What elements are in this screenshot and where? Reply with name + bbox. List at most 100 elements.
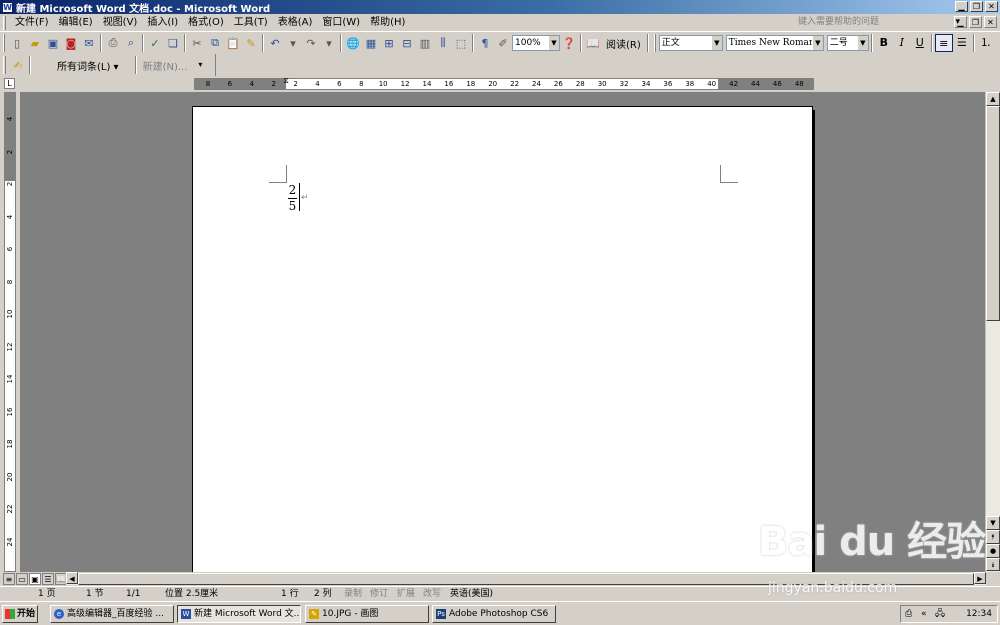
taskbar-item-photoshop[interactable]: Ps Adobe Photoshop CS6	[432, 605, 556, 623]
document-map-icon[interactable]: ⬚	[452, 34, 470, 52]
chevron-down-icon[interactable]: ▼	[856, 36, 868, 50]
horizontal-ruler[interactable]: 8 6 4 2 2 4 6 8 10 12 14 16 18 20 22 24 26 28 30 32 34 36 38 40…	[194, 77, 814, 91]
insert-table-icon[interactable]: ⊞	[380, 34, 398, 52]
style-select[interactable]: 正文 ▼	[658, 35, 723, 51]
show-hide-icon[interactable]: ¶	[476, 34, 494, 52]
new-document-icon[interactable]: ▯	[8, 34, 26, 52]
undo-dropdown-icon[interactable]: ▾	[284, 34, 302, 52]
scroll-up-icon[interactable]: ▲	[986, 92, 1000, 106]
tray-expand-icon[interactable]: «	[921, 606, 927, 622]
toolbar-grip[interactable]	[3, 56, 6, 74]
bold-icon[interactable]: B	[875, 34, 893, 52]
menu-view[interactable]: 视图(V)	[98, 15, 143, 31]
cut-icon[interactable]: ✂	[188, 34, 206, 52]
insert-excel-icon[interactable]: ⊟	[398, 34, 416, 52]
underline-icon[interactable]: U	[911, 34, 929, 52]
permission-icon[interactable]: ◙	[62, 34, 80, 52]
minimize-button[interactable]: ▁	[955, 1, 968, 12]
email-icon[interactable]: ✉	[80, 34, 98, 52]
taskbar-item-browser[interactable]: e 高级编辑器_百度经验 ...	[50, 605, 174, 623]
previous-page-icon[interactable]: ⯭	[986, 530, 1000, 544]
menu-window[interactable]: 窗口(W)	[317, 15, 365, 31]
italic-icon[interactable]: I	[893, 34, 911, 52]
vertical-scrollbar[interactable]: ▲ ▼ ⯭ ● ⯯	[985, 92, 1000, 572]
status-record[interactable]: 录制	[344, 587, 362, 601]
chevron-down-icon[interactable]: ▼	[548, 36, 559, 50]
restore-button[interactable]: ❐	[970, 1, 983, 12]
toolbar-options-icon[interactable]: ▾	[191, 56, 209, 74]
autotext-icon[interactable]: ✍	[9, 56, 27, 74]
indent-marker-icon[interactable]: ⧖	[282, 77, 290, 91]
chevron-down-icon[interactable]: ▼	[710, 36, 722, 50]
redo-icon[interactable]: ↷	[302, 34, 320, 52]
next-page-icon[interactable]: ⯯	[986, 558, 1000, 571]
printer-icon[interactable]: ⎙	[905, 606, 912, 622]
status-language[interactable]: 英语(美国)	[450, 587, 493, 601]
menu-help[interactable]: 帮助(H)	[365, 15, 410, 31]
normal-view-icon[interactable]: ≡	[3, 573, 15, 585]
numbering-icon[interactable]: ⒈	[977, 34, 995, 52]
fraction-equation[interactable]: 2 5	[288, 184, 297, 213]
open-folder-icon[interactable]: ▰	[26, 34, 44, 52]
spelling-icon[interactable]: ✓	[146, 34, 164, 52]
redo-dropdown-icon[interactable]: ▾	[320, 34, 338, 52]
taskbar-item-paint[interactable]: ✎ 10.JPG - 画图	[305, 605, 429, 623]
menu-table[interactable]: 表格(A)	[273, 15, 318, 31]
menu-grip[interactable]	[3, 15, 6, 30]
align-justify-icon[interactable]: ≡	[934, 34, 953, 52]
document-page[interactable]: 2 5 ↵	[192, 106, 815, 572]
menu-file[interactable]: 文件(F)	[10, 15, 54, 31]
outline-view-icon[interactable]: ☰	[42, 573, 54, 585]
formatting-toolbar-grip[interactable]	[653, 34, 656, 52]
all-entries-button[interactable]: 所有词条(L) ▾	[53, 58, 123, 73]
status-extend[interactable]: 扩展	[397, 587, 415, 601]
drawing-icon[interactable]: ⫼	[434, 34, 452, 52]
print-layout-view-icon[interactable]: ▣	[29, 573, 41, 585]
web-view-icon[interactable]: ▭	[16, 573, 28, 585]
start-button[interactable]: 开始	[2, 605, 38, 623]
tables-borders-icon[interactable]: ▦	[362, 34, 380, 52]
menu-edit[interactable]: 编辑(E)	[54, 15, 98, 31]
chevron-down-icon[interactable]: ▼	[811, 36, 823, 50]
paste-icon[interactable]: 📋	[224, 34, 242, 52]
research-icon[interactable]: ❏	[164, 34, 182, 52]
undo-icon[interactable]: ↶	[266, 34, 284, 52]
clock[interactable]: 12:34	[966, 606, 992, 622]
save-icon[interactable]: ▣	[44, 34, 62, 52]
vertical-ruler[interactable]: 4 2 2 4 6 8 10 12 14 16 18 20 22 24	[4, 92, 16, 572]
scroll-right-icon[interactable]: ▶	[974, 572, 986, 584]
word-app-icon[interactable]: W	[2, 1, 13, 13]
tab-selector-icon[interactable]: L	[4, 78, 15, 89]
zoom-select[interactable]: 100% ▼	[512, 35, 560, 51]
network-icon[interactable]: 🖧	[935, 606, 945, 622]
doc-minimize-button[interactable]: ▁	[954, 16, 967, 28]
help-icon[interactable]: ❓	[560, 34, 578, 52]
doc-restore-button[interactable]: ❐	[969, 16, 982, 28]
insert-symbol-icon[interactable]: ✐	[494, 34, 512, 52]
status-overtype[interactable]: 改写	[423, 587, 441, 601]
select-browse-object-icon[interactable]: ●	[986, 544, 1000, 558]
vertical-scroll-thumb[interactable]	[986, 106, 1000, 321]
print-icon[interactable]: ⎙	[104, 34, 122, 52]
doc-close-button[interactable]: ✕	[984, 16, 997, 28]
font-size-select[interactable]: 二号 ▼	[826, 35, 869, 51]
bullets-icon[interactable]: ⁝	[995, 34, 1000, 52]
help-question-input[interactable]: 键入需要帮助的问题	[798, 15, 960, 30]
taskbar-item-word[interactable]: W 新建 Microsoft Word 文...	[177, 605, 301, 623]
format-painter-icon[interactable]: ✎	[242, 34, 260, 52]
hyperlink-icon[interactable]: 🌐	[344, 34, 362, 52]
menu-insert[interactable]: 插入(I)	[142, 15, 183, 31]
new-entry-button[interactable]: 新建(N)...	[139, 58, 192, 73]
align-center-icon[interactable]: ☰	[953, 34, 971, 52]
columns-icon[interactable]: ▥	[416, 34, 434, 52]
copy-icon[interactable]: ⧉	[206, 34, 224, 52]
close-button[interactable]: ✕	[985, 1, 998, 12]
status-track-changes[interactable]: 修订	[370, 587, 388, 601]
scroll-down-icon[interactable]: ▼	[986, 516, 1000, 530]
read-button[interactable]: 阅读(R)	[602, 36, 645, 51]
toolbar-grip[interactable]	[3, 34, 5, 52]
print-preview-icon[interactable]: ⌕	[122, 34, 140, 52]
read-icon[interactable]: 📖	[584, 34, 602, 52]
menu-tools[interactable]: 工具(T)	[229, 15, 273, 31]
scroll-left-icon[interactable]: ◀	[66, 572, 78, 584]
